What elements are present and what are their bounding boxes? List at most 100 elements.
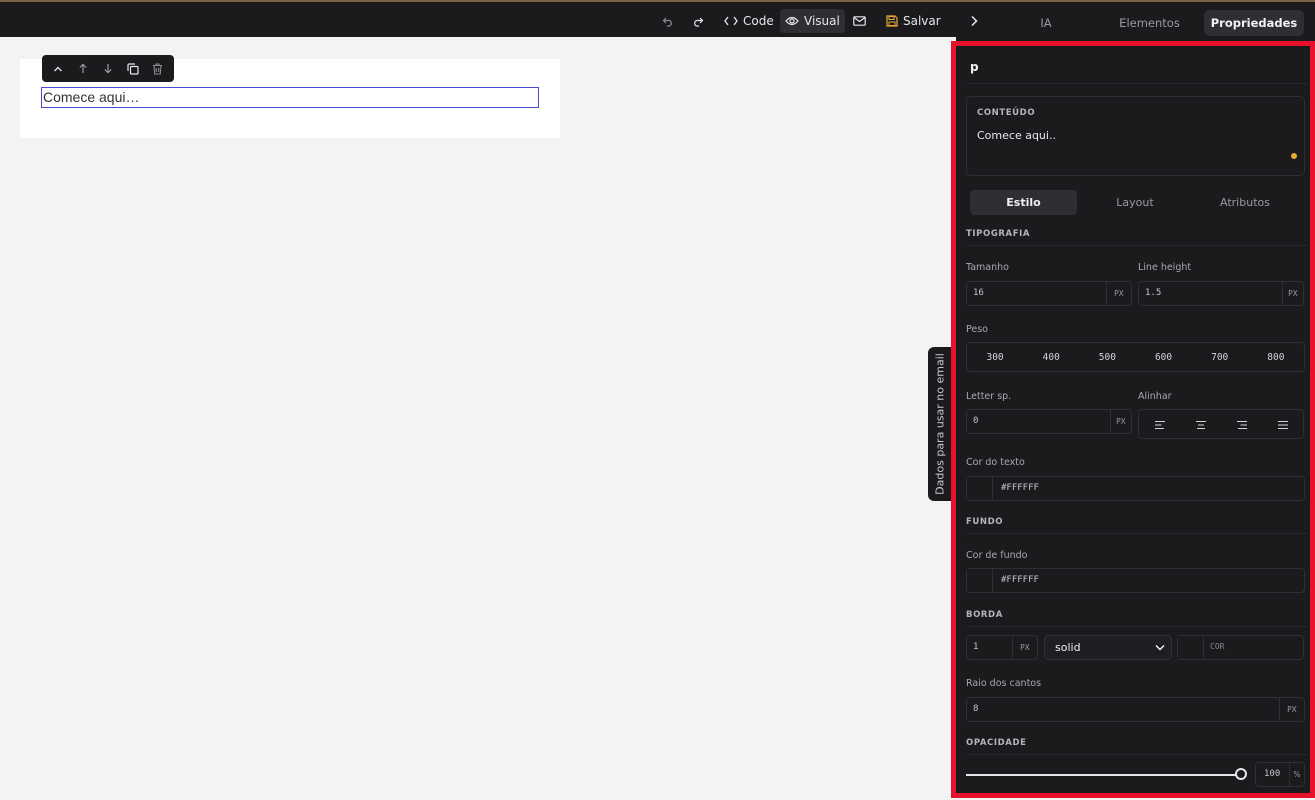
line-height-value: 1.5 xyxy=(1145,288,1162,298)
content-editor[interactable]: CONTEÚDO Comece aqui.. xyxy=(966,96,1305,176)
divider xyxy=(966,83,1308,84)
email-preview-button[interactable] xyxy=(848,9,871,33)
select-parent-button[interactable] xyxy=(48,59,68,79)
align-right-button[interactable] xyxy=(1236,415,1248,434)
align-justify-icon xyxy=(1277,420,1288,429)
background-color-input[interactable]: #FFFFFF xyxy=(966,568,1305,593)
weight-option-600[interactable]: 600 xyxy=(1155,352,1172,363)
content-status-dot xyxy=(1291,153,1297,159)
border-style-value: solid xyxy=(1055,641,1081,654)
letter-spacing-unit: PX xyxy=(1110,410,1131,433)
trash-icon xyxy=(153,62,163,75)
opacity-value: 100 xyxy=(1264,769,1281,779)
border-color-placeholder: COR xyxy=(1210,642,1225,651)
align-left-button[interactable] xyxy=(1154,415,1166,434)
element-tag-title: p xyxy=(970,60,979,74)
opacity-slider-track[interactable] xyxy=(966,774,1242,776)
border-section-title: BORDA xyxy=(966,610,1003,620)
border-width-input[interactable]: 1 PX xyxy=(966,635,1038,660)
corner-radius-label: Raio dos cantos xyxy=(966,678,1042,689)
background-color-swatch[interactable] xyxy=(967,569,993,592)
align-justify-button[interactable] xyxy=(1277,415,1289,434)
floppy-icon xyxy=(886,15,898,27)
line-height-unit: PX xyxy=(1282,282,1303,305)
align-center-icon xyxy=(1195,420,1206,429)
weight-option-400[interactable]: 400 xyxy=(1043,352,1060,363)
letter-spacing-input[interactable]: 0 PX xyxy=(966,409,1132,434)
divider xyxy=(966,245,1308,246)
selected-paragraph[interactable]: Comece aqui… xyxy=(41,87,539,108)
redo-icon xyxy=(694,17,704,27)
font-size-unit: PX xyxy=(1106,282,1131,305)
divider xyxy=(966,754,1308,755)
subtab-estilo[interactable]: Estilo xyxy=(970,190,1077,215)
opacity-unit: % xyxy=(1289,763,1304,786)
weight-option-700[interactable]: 700 xyxy=(1211,352,1228,363)
move-up-button[interactable] xyxy=(73,59,93,79)
divider xyxy=(966,626,1308,627)
arrow-down-icon xyxy=(104,64,112,74)
line-height-label: Line height xyxy=(1138,262,1192,273)
typography-section-title: TIPOGRAFIA xyxy=(966,229,1031,239)
background-color-label: Cor de fundo xyxy=(966,550,1028,561)
font-weight-label: Peso xyxy=(966,324,988,335)
move-down-button[interactable] xyxy=(98,59,118,79)
opacity-slider-thumb[interactable] xyxy=(1235,768,1247,780)
weight-option-500[interactable]: 500 xyxy=(1099,352,1116,363)
content-value[interactable]: Comece aqui.. xyxy=(977,129,1056,142)
save-button[interactable]: Salvar xyxy=(881,9,946,33)
background-section-title: FUNDO xyxy=(966,517,1004,527)
text-color-swatch[interactable] xyxy=(967,477,993,500)
opacity-input[interactable]: 100 % xyxy=(1255,762,1305,787)
corner-radius-unit: PX xyxy=(1279,698,1304,721)
properties-panel: p CONTEÚDO Comece aqui.. Estilo Layout A… xyxy=(951,41,1315,798)
corner-radius-value: 8 xyxy=(973,704,979,714)
font-size-input[interactable]: 16 PX xyxy=(966,281,1132,306)
opacity-section-title: OPACIDADE xyxy=(966,738,1027,748)
corner-radius-input[interactable]: 8 PX xyxy=(966,697,1305,722)
text-color-label: Cor do texto xyxy=(966,457,1025,468)
save-label: Salvar xyxy=(903,14,941,28)
align-center-button[interactable] xyxy=(1195,415,1207,434)
chevron-up-icon xyxy=(54,66,63,71)
content-label: CONTEÚDO xyxy=(977,108,1036,118)
weight-option-300[interactable]: 300 xyxy=(986,352,1003,363)
redo-button[interactable] xyxy=(687,9,709,33)
undo-button[interactable] xyxy=(657,9,679,33)
weight-option-800[interactable]: 800 xyxy=(1267,352,1284,363)
arrow-up-icon xyxy=(79,63,87,73)
subtab-atributos[interactable]: Atributos xyxy=(1190,190,1300,215)
copy-icon xyxy=(127,62,139,75)
code-mode-button[interactable]: Code xyxy=(719,9,779,33)
element-toolbar xyxy=(42,55,174,82)
font-weight-selector: 300 400 500 600 700 800 xyxy=(966,342,1305,372)
panel-header: IA Elementos Propriedades xyxy=(956,4,1315,41)
email-data-side-tab-label: Dados para usar no email xyxy=(933,353,947,495)
border-style-select[interactable]: solid xyxy=(1044,635,1172,660)
text-color-input[interactable]: #FFFFFF xyxy=(966,476,1305,501)
visual-mode-button[interactable]: Visual xyxy=(780,9,845,33)
delete-button[interactable] xyxy=(148,59,168,79)
subtab-layout[interactable]: Layout xyxy=(1080,190,1190,215)
tab-ia[interactable]: IA xyxy=(996,10,1096,36)
collapse-panel-chevron-icon[interactable] xyxy=(970,15,978,27)
border-color-input[interactable]: COR xyxy=(1177,635,1304,660)
tab-propriedades[interactable]: Propriedades xyxy=(1204,10,1304,36)
chevron-down-icon xyxy=(1155,644,1165,651)
text-color-value: #FFFFFF xyxy=(1001,483,1039,493)
align-right-icon xyxy=(1236,420,1247,429)
style-subtabs: Estilo Layout Atributos xyxy=(966,190,1300,215)
line-height-input[interactable]: 1.5 PX xyxy=(1138,281,1304,306)
undo-icon xyxy=(662,17,672,27)
duplicate-button[interactable] xyxy=(123,59,143,79)
border-width-value: 1 xyxy=(973,642,979,652)
align-left-icon xyxy=(1154,420,1165,429)
border-color-swatch[interactable] xyxy=(1178,636,1204,659)
code-mode-label: Code xyxy=(743,14,774,28)
border-width-unit: PX xyxy=(1012,636,1037,659)
editor-toolbar: Code Visual Salvar xyxy=(0,4,956,37)
tab-elementos[interactable]: Elementos xyxy=(1102,10,1197,36)
email-data-side-tab[interactable]: Dados para usar no email xyxy=(928,347,952,501)
background-color-value: #FFFFFF xyxy=(1001,575,1039,585)
letter-spacing-value: 0 xyxy=(973,416,979,426)
